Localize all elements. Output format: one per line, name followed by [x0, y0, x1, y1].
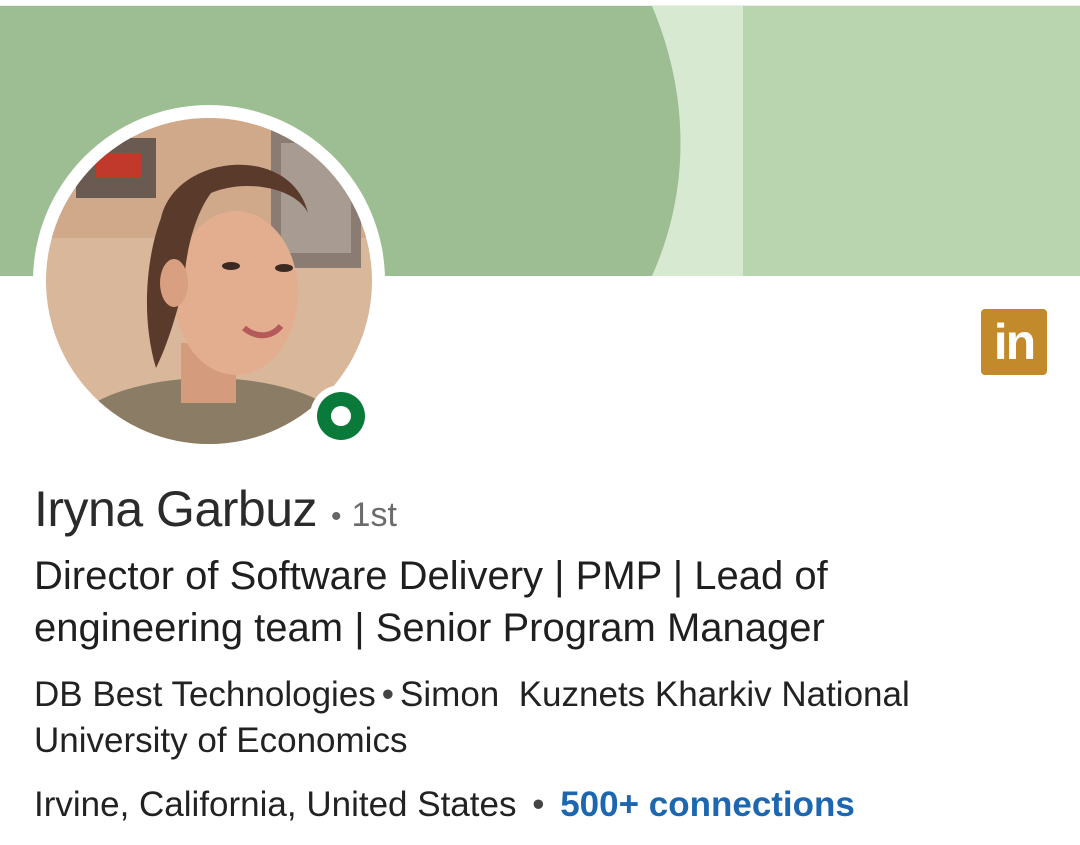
- location-row: Irvine, California, United States • 500+…: [34, 782, 855, 828]
- online-status-center: [331, 406, 351, 426]
- company-name[interactable]: DB Best Technologies: [34, 675, 376, 714]
- name-separator: •: [331, 500, 342, 533]
- org-separator: •: [381, 675, 395, 714]
- name-row: Iryna Garbuz • 1st: [34, 480, 397, 538]
- profile-name: Iryna Garbuz: [34, 481, 318, 537]
- profile-headline: Director of Software Delivery | PMP | Le…: [34, 554, 828, 650]
- connections-link[interactable]: 500+ connections: [560, 785, 855, 824]
- online-status-icon: [310, 385, 372, 447]
- connection-degree: 1st: [351, 496, 397, 534]
- location-separator: •: [532, 785, 545, 824]
- linkedin-icon[interactable]: in: [981, 309, 1047, 375]
- online-status-ring: [317, 392, 365, 440]
- profile-location: Irvine, California, United States: [34, 785, 517, 824]
- linkedin-icon-text: in: [993, 314, 1036, 370]
- profile-card: in Iryna Garbuz • 1st Director of Softwa…: [0, 0, 1080, 845]
- organization-line: DB Best Technologies • Simon Kuznets Khark…: [34, 672, 1054, 764]
